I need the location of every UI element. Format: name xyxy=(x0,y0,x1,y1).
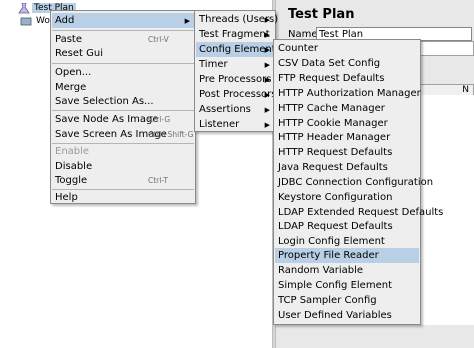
config-item-http-header-manager[interactable]: HTTP Header Manager xyxy=(275,130,419,145)
config-item-tcp-sampler-config[interactable]: TCP Sampler Config xyxy=(275,293,419,308)
menu-item-save-selection-as[interactable]: Save Selection As... xyxy=(52,94,194,109)
config-item-csv-data-set-config[interactable]: CSV Data Set Config xyxy=(275,56,419,71)
config-item-ftp-request-defaults[interactable]: FTP Request Defaults xyxy=(275,71,419,86)
config-item-ldap-request-defaults[interactable]: LDAP Request Defaults xyxy=(275,219,419,234)
add-submenu: Threads (Users) ▶ Test Fragment ▶ Config… xyxy=(194,10,278,132)
submenu-item-config-element[interactable]: Config Element ▶ xyxy=(196,42,276,57)
shortcut-label: Ctrl-G xyxy=(148,115,171,124)
menu-item-paste[interactable]: Paste Ctrl-V xyxy=(52,32,194,47)
config-item-login-config-element[interactable]: Login Config Element xyxy=(275,234,419,249)
chevron-right-icon: ▶ xyxy=(264,60,270,69)
submenu-item-listener[interactable]: Listener ▶ xyxy=(196,117,274,132)
menu-item-disable[interactable]: Disable xyxy=(52,159,194,174)
menu-item-enable[interactable]: Enable xyxy=(52,144,194,159)
config-item-ldap-extended-request-defaults[interactable]: LDAP Extended Request Defaults xyxy=(275,205,443,220)
menu-item-help[interactable]: Help xyxy=(52,190,194,205)
config-item-keystore-configuration[interactable]: Keystore Configuration xyxy=(275,190,419,205)
menu-item-open[interactable]: Open... xyxy=(52,65,194,80)
menu-divider xyxy=(52,110,194,111)
chevron-right-icon: ▶ xyxy=(264,75,270,84)
config-item-http-request-defaults[interactable]: HTTP Request Defaults xyxy=(275,145,419,160)
submenu-item-assertions[interactable]: Assertions ▶ xyxy=(196,102,274,117)
config-item-property-file-reader[interactable]: Property File Reader xyxy=(275,248,419,263)
menu-item-merge[interactable]: Merge xyxy=(52,80,194,95)
chevron-right-icon: ▶ xyxy=(264,90,270,99)
config-item-random-variable[interactable]: Random Variable xyxy=(275,263,419,278)
workbench-icon xyxy=(20,16,32,27)
chevron-right-icon: ▶ xyxy=(264,45,270,54)
chevron-right-icon: ▶ xyxy=(264,30,270,39)
config-item-jdbc-connection-configuration[interactable]: JDBC Connection Configuration xyxy=(275,175,433,190)
submenu-item-pre-processors[interactable]: Pre Processors ▶ xyxy=(196,72,274,87)
submenu-item-threads-users[interactable]: Threads (Users) ▶ xyxy=(196,12,278,27)
menu-divider xyxy=(52,63,194,64)
shortcut-label: Ctrl+Shift-G xyxy=(148,130,194,139)
menu-item-reset-gui[interactable]: Reset Gui xyxy=(52,46,194,61)
config-item-java-request-defaults[interactable]: Java Request Defaults xyxy=(275,160,419,175)
shortcut-label: Ctrl-T xyxy=(148,176,168,185)
menu-item-save-node-as-image[interactable]: Save Node As Image Ctrl-G xyxy=(52,112,194,127)
page-title: Test Plan xyxy=(288,7,355,22)
submenu-item-timer[interactable]: Timer ▶ xyxy=(196,57,274,72)
config-item-simple-config-element[interactable]: Simple Config Element xyxy=(275,278,419,293)
submenu-item-test-fragment[interactable]: Test Fragment ▶ xyxy=(196,27,274,42)
menu-divider xyxy=(52,30,194,31)
config-item-user-defined-variables[interactable]: User Defined Variables xyxy=(275,308,419,323)
menu-item-toggle[interactable]: Toggle Ctrl-T xyxy=(52,173,194,188)
config-element-submenu: Counter CSV Data Set Config FTP Request … xyxy=(273,39,443,325)
config-item-counter[interactable]: Counter xyxy=(275,41,419,56)
config-item-http-cookie-manager[interactable]: HTTP Cookie Manager xyxy=(275,116,419,131)
menu-item-add[interactable]: Add ▶ xyxy=(52,13,194,28)
submenu-item-post-processors[interactable]: Post Processors ▶ xyxy=(196,87,276,102)
context-menu: Add ▶ Paste Ctrl-V Reset Gui Open... Mer… xyxy=(50,10,196,204)
chevron-right-icon: ▶ xyxy=(264,15,270,24)
shortcut-label: Ctrl-V xyxy=(148,35,169,44)
chevron-right-icon: ▶ xyxy=(264,105,270,114)
config-item-http-cache-manager[interactable]: HTTP Cache Manager xyxy=(275,101,419,116)
chevron-right-icon: ▶ xyxy=(264,120,270,129)
menu-item-save-screen-as-image[interactable]: Save Screen As Image Ctrl+Shift-G xyxy=(52,127,194,142)
chevron-right-icon: ▶ xyxy=(184,16,190,25)
test-plan-icon xyxy=(18,2,30,14)
config-item-http-authorization-manager[interactable]: HTTP Authorization Manager xyxy=(275,86,421,101)
